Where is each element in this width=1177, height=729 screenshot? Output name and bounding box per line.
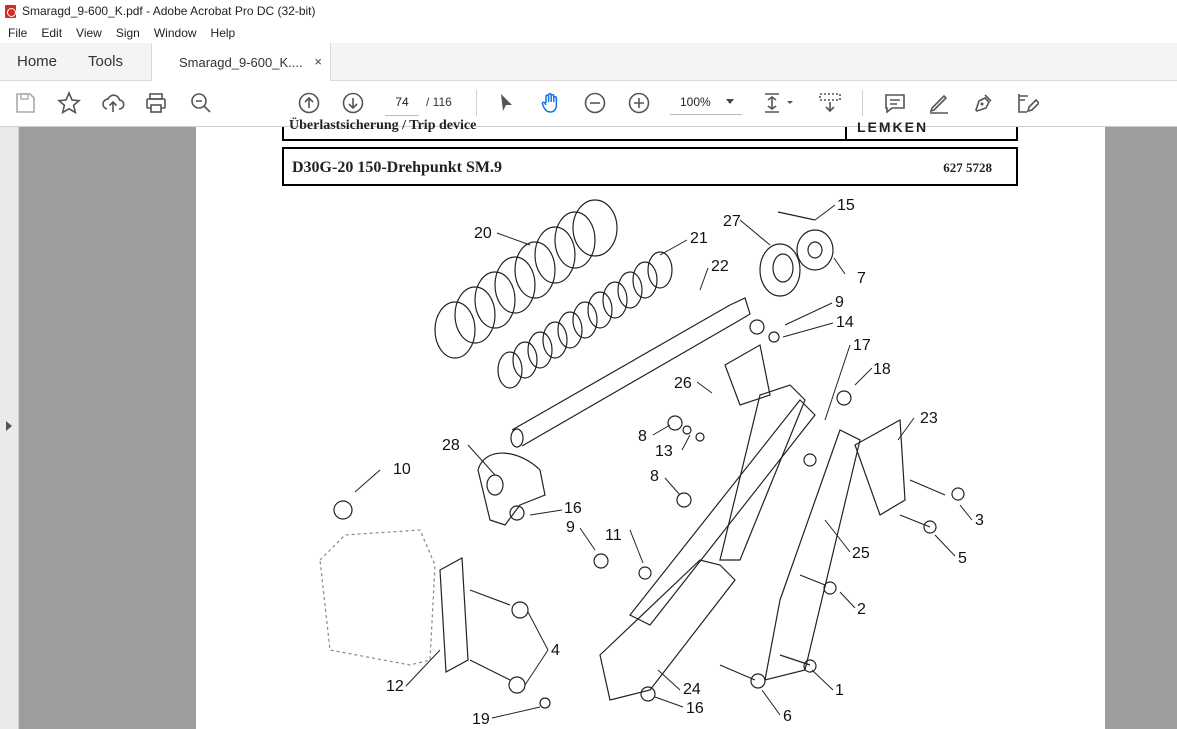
callout-8b: 8	[650, 468, 659, 485]
highlight-pen-icon[interactable]	[927, 91, 951, 115]
previous-page-icon[interactable]	[297, 91, 321, 115]
menu-sign[interactable]: Sign	[109, 26, 147, 40]
draw-sign-icon[interactable]	[971, 91, 995, 115]
callout-3: 3	[975, 512, 984, 529]
tab-tools[interactable]: Tools	[88, 43, 123, 80]
callout-21: 21	[690, 230, 708, 247]
callout-13: 13	[655, 443, 673, 460]
block-cylinder	[319, 529, 436, 666]
chevron-down-icon	[726, 99, 734, 104]
callout-25: 25	[852, 545, 870, 562]
callout-1: 1	[835, 682, 844, 699]
exploded-parts-diagram: 15 27 7 20 21 22 9 14 17 18 26 23 8 13 2…	[319, 197, 984, 728]
callout-23: 23	[920, 410, 938, 427]
callout-26: 26	[674, 375, 692, 392]
callout-14: 14	[836, 314, 854, 331]
save-icon[interactable]	[13, 91, 37, 115]
callout-19: 19	[472, 711, 490, 728]
spring-small	[497, 251, 673, 389]
comment-tool-icon[interactable]	[883, 91, 907, 115]
print-icon[interactable]	[144, 91, 168, 115]
toolbar-separator	[476, 90, 477, 116]
cap	[759, 243, 801, 297]
callout-11: 11	[605, 527, 622, 544]
tab-document-label: Smaragd_9-600_K....	[179, 54, 303, 70]
callout-10: 10	[393, 461, 411, 478]
tab-bar: Home Tools Smaragd_9-600_K.... ×	[0, 43, 1177, 112]
expand-panel-icon[interactable]	[6, 421, 12, 431]
callout-24: 24	[683, 681, 701, 698]
left-panel-toggle[interactable]	[0, 127, 19, 729]
tab-document[interactable]: Smaragd_9-600_K.... ×	[151, 43, 331, 81]
callout-2: 2	[857, 601, 866, 618]
rod	[511, 304, 741, 447]
page-number-input[interactable]: 74	[385, 89, 419, 116]
callout-9: 9	[835, 294, 844, 311]
close-tab-icon[interactable]: ×	[314, 54, 322, 69]
tab-home[interactable]: Home	[17, 43, 57, 80]
select-cursor-icon[interactable]	[494, 91, 518, 115]
menu-bar: File Edit View Sign Window Help	[0, 22, 1177, 43]
upload-cloud-icon[interactable]	[101, 91, 125, 115]
toolbar	[0, 81, 1177, 127]
callout-12: 12	[386, 678, 404, 695]
acrobat-icon	[5, 4, 16, 18]
callout-18: 18	[873, 361, 891, 378]
next-page-icon[interactable]	[341, 91, 365, 115]
spring-large	[434, 199, 618, 359]
menu-edit[interactable]: Edit	[34, 26, 69, 40]
window-title: Smaragd_9-600_K.pdf - Adobe Acrobat Pro …	[22, 4, 316, 18]
callout-28: 28	[442, 437, 460, 454]
toolbar-separator	[862, 90, 863, 116]
part-title: D30G-20 150-Drehpunkt SM.9	[292, 159, 502, 176]
frame-25	[719, 384, 806, 561]
brand-logo: LEMKEN	[857, 119, 929, 135]
part-header-box: D30G-20 150-Drehpunkt SM.9 627 5728	[282, 147, 1018, 186]
hand-tool-icon[interactable]	[539, 91, 563, 115]
menu-file[interactable]: File	[0, 26, 34, 40]
edit-pdf-icon[interactable]	[1015, 91, 1041, 115]
scroll-mode-icon[interactable]	[818, 91, 842, 115]
zoom-value: 100%	[680, 94, 711, 109]
fit-page-icon[interactable]	[762, 91, 798, 115]
callout-8: 8	[638, 428, 647, 445]
window-titlebar: Smaragd_9-600_K.pdf - Adobe Acrobat Pro …	[0, 0, 1177, 22]
callout-4: 4	[551, 642, 560, 659]
menu-help[interactable]: Help	[204, 26, 243, 40]
callout-5: 5	[958, 550, 967, 567]
page-total: / 116	[426, 95, 452, 109]
callout-20: 20	[474, 225, 492, 242]
callout-22: 22	[711, 258, 729, 275]
callout-6: 6	[783, 708, 792, 725]
callout-17: 17	[853, 337, 871, 354]
page-header-top: Überlastsicherung / Trip device LEMKEN	[282, 118, 1018, 141]
menu-window[interactable]: Window	[147, 26, 204, 40]
callout-16b: 16	[686, 700, 704, 717]
bookmark-star-icon[interactable]	[57, 90, 81, 115]
part-number: 627 5728	[943, 160, 992, 175]
menu-view[interactable]: View	[69, 26, 109, 40]
section-title: Überlastsicherung / Trip device	[289, 118, 477, 133]
zoom-in-icon[interactable]	[627, 91, 651, 115]
header-divider	[845, 127, 847, 141]
zoom-select[interactable]: 100%	[670, 89, 742, 115]
callout-7: 7	[857, 270, 866, 287]
zoom-out-icon[interactable]	[583, 91, 607, 115]
callout-27: 27	[723, 213, 741, 230]
callout-9b: 9	[566, 519, 575, 536]
callout-16: 16	[564, 500, 582, 517]
callout-15: 15	[837, 197, 855, 214]
search-zoom-icon[interactable]	[189, 91, 213, 115]
